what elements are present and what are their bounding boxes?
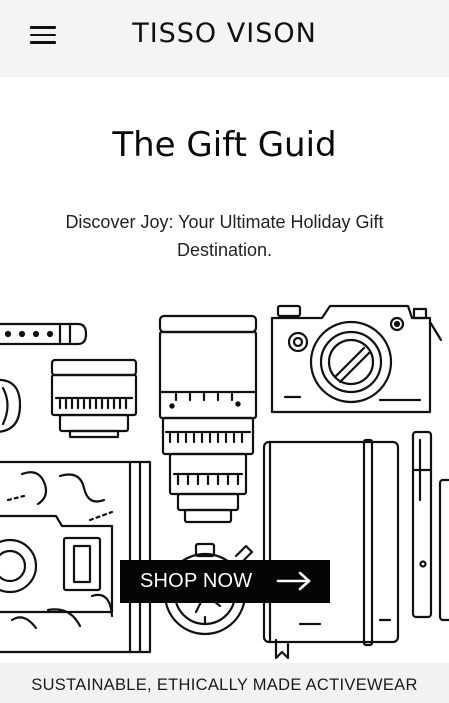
camera-icon — [270, 304, 443, 414]
small-lens-icon — [50, 358, 138, 439]
notebook-icon — [262, 438, 400, 660]
compact-camera-icon — [0, 514, 114, 614]
telephoto-lens-icon — [158, 314, 258, 524]
watch-strap-icon — [0, 322, 88, 346]
shop-now-label: SHOP NOW — [140, 570, 253, 592]
arrow-right-icon — [276, 571, 311, 591]
watch-face-icon — [0, 378, 22, 433]
hero-subtitle: Discover Joy: Your Ultimate Holiday Gift… — [65, 212, 384, 260]
brand-name: TISSO VISON — [132, 18, 317, 49]
pen-icon — [411, 430, 449, 622]
page-title: The Gift Guid — [112, 125, 337, 165]
brand-logo[interactable]: TISSO VISON — [0, 18, 449, 49]
announcement-bar: SUSTAINABLE, ETHICALLY MADE ACTIVEWEAR — [0, 663, 449, 703]
site-header: TISSO VISON — [0, 0, 449, 77]
gift-illustration — [0, 295, 449, 660]
shop-now-button[interactable]: SHOP NOW — [120, 560, 330, 603]
announcement-text: SUSTAINABLE, ETHICALLY MADE ACTIVEWEAR — [31, 676, 418, 694]
